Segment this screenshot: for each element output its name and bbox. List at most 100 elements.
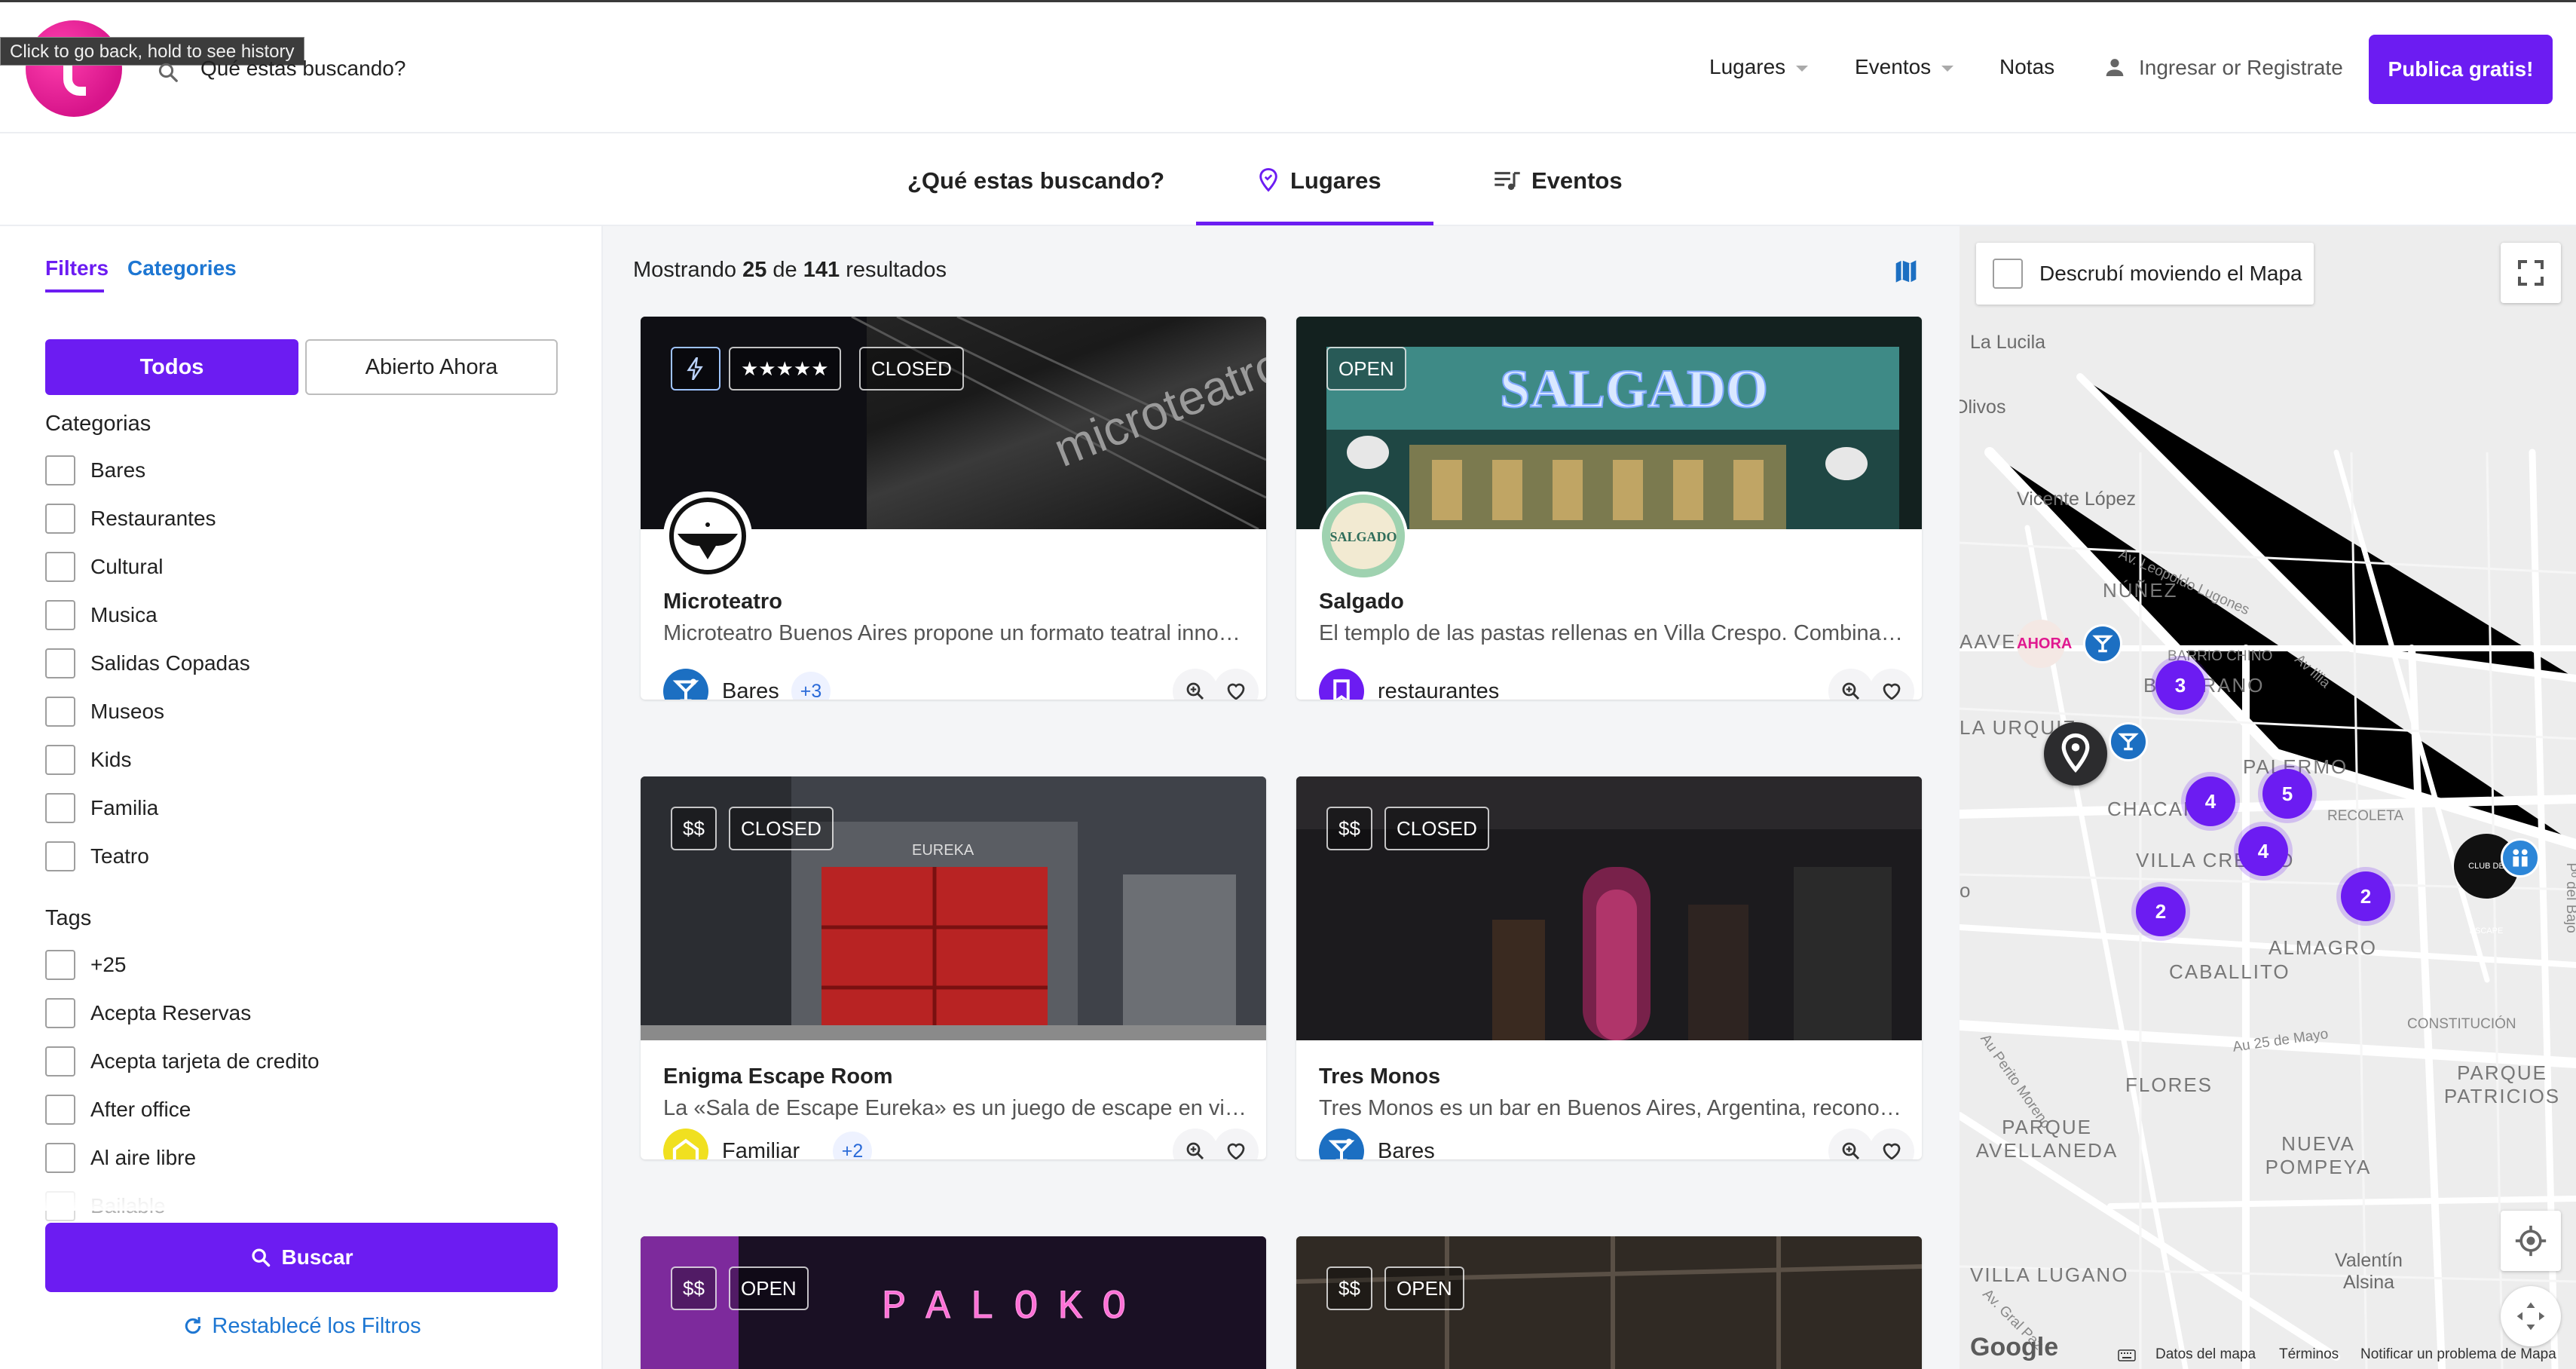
login-link[interactable]: Ingresar or Registrate <box>2103 55 2343 80</box>
checkbox-label: Teatro <box>90 844 149 868</box>
heart-icon[interactable] <box>1213 1129 1259 1159</box>
checkbox[interactable] <box>45 648 75 678</box>
venue-logo <box>663 492 752 580</box>
checkbox[interactable] <box>1993 259 2023 289</box>
location-pin-icon <box>1259 167 1277 192</box>
discover-moving-map-control[interactable]: Descrubí moviendo el Mapa <box>1976 243 2314 305</box>
map-cluster[interactable]: 2 <box>2341 871 2391 921</box>
zoom-in-icon[interactable] <box>1173 669 1218 700</box>
tag-checkbox[interactable]: Al aire libre <box>45 1143 196 1173</box>
category-checkbox[interactable]: Cultural <box>45 552 163 582</box>
nav-notas-link[interactable]: Notas <box>1999 55 2054 79</box>
map-cluster[interactable]: 4 <box>2238 826 2288 876</box>
reset-filters-link[interactable]: Restablecé los Filtros <box>0 1314 603 1339</box>
status-badge: OPEN <box>729 1266 809 1310</box>
category-checkbox[interactable]: Kids <box>45 745 131 775</box>
map-label: NUEVA POMPEYA <box>2265 1132 2372 1178</box>
checkbox[interactable] <box>45 998 75 1028</box>
active-tab-indicator <box>1196 222 1433 225</box>
checkbox[interactable] <box>45 1095 75 1125</box>
category-checkbox[interactable]: Restaurantes <box>45 504 216 534</box>
checkbox[interactable] <box>45 793 75 823</box>
checkbox[interactable] <box>45 1143 75 1173</box>
tab-lugares[interactable]: Lugares <box>1257 167 1381 194</box>
results-total: 141 <box>803 258 840 282</box>
map-report-link[interactable]: Notificar un problema de Mapa <box>2360 1346 2556 1363</box>
map-cluster[interactable]: 4 <box>2186 776 2235 826</box>
checkbox[interactable] <box>45 455 75 485</box>
heart-icon[interactable] <box>1869 669 1914 700</box>
venue-logo-pin[interactable]: AHORA <box>2017 620 2072 668</box>
cocktail-icon[interactable] <box>2083 624 2122 663</box>
checkbox[interactable] <box>45 552 75 582</box>
selected-location-pin-icon[interactable] <box>2044 722 2107 786</box>
tag-checkbox[interactable]: Acepta Reservas <box>45 998 251 1028</box>
category-checkbox[interactable]: Teatro <box>45 841 149 871</box>
category-checkbox[interactable]: Salidas Copadas <box>45 648 250 678</box>
nav-eventos-dropdown[interactable]: Eventos <box>1855 55 1954 79</box>
tab-eventos[interactable]: Eventos <box>1494 167 1623 194</box>
keyboard-icon[interactable] <box>2118 1349 2136 1366</box>
map-data-link[interactable]: Datos del mapa <box>2155 1346 2256 1363</box>
category-checkbox[interactable]: Bares <box>45 455 145 485</box>
tab-filters[interactable]: Filters <box>45 256 109 280</box>
family-icon[interactable] <box>2501 838 2540 877</box>
fullscreen-button[interactable] <box>2501 243 2561 303</box>
place-card-enigma-escape-room[interactable]: EUREKA $$ CLOSED Enigma Escape Room La «… <box>641 776 1266 1159</box>
checkbox-label: Acepta Reservas <box>90 1001 252 1024</box>
place-card-tres-monos[interactable]: $$ CLOSED Tres Monos Tres Monos es un ba… <box>1296 776 1922 1159</box>
card-description: Tres Monos es un bar en Buenos Aires, Ar… <box>1319 1096 1907 1120</box>
card-image: $$ CLOSED <box>1296 776 1922 1040</box>
more-categories-badge[interactable]: +3 <box>791 672 831 700</box>
pegman-button[interactable] <box>2501 1286 2561 1346</box>
place-card-salgado[interactable]: SALGADO OPEN SALGADO Salgado El templo d… <box>1296 317 1922 700</box>
checkbox[interactable] <box>45 950 75 980</box>
crosshair-icon <box>2515 1225 2547 1257</box>
chevron-down-icon <box>1941 65 1954 72</box>
zoom-in-icon[interactable] <box>1828 669 1874 700</box>
nav-lugares-dropdown[interactable]: Lugares <box>1709 55 1809 79</box>
place-card-paloko[interactable]: PALOKO $$ OPEN <box>641 1236 1266 1369</box>
checkbox[interactable] <box>45 600 75 630</box>
filter-all-button[interactable]: Todos <box>45 339 298 395</box>
map-cluster[interactable]: 3 <box>2155 660 2205 710</box>
checkbox[interactable] <box>45 1046 75 1077</box>
map-cluster[interactable]: 5 <box>2262 769 2312 819</box>
map-label: Valentín Alsina <box>2335 1250 2403 1293</box>
cocktail-icon[interactable] <box>2109 722 2148 761</box>
checkbox[interactable] <box>45 504 75 534</box>
tag-checkbox[interactable]: +25 <box>45 950 127 980</box>
zoom-in-icon[interactable] <box>1828 1129 1874 1159</box>
category-checkbox[interactable]: Musica <box>45 600 158 630</box>
map-terms-link[interactable]: Términos <box>2279 1346 2339 1363</box>
checkbox-label: Musica <box>90 603 158 626</box>
tab-categories[interactable]: Categories <box>127 256 237 280</box>
place-card[interactable]: $$ OPEN <box>1296 1236 1922 1369</box>
map-cluster[interactable]: 2 <box>2136 887 2186 936</box>
category-checkbox[interactable]: Museos <box>45 697 164 727</box>
zoom-in-icon[interactable] <box>1173 1129 1218 1159</box>
heart-icon[interactable] <box>1869 1129 1914 1159</box>
filter-open-now-button[interactable]: Abierto Ahora <box>305 339 558 395</box>
discover-moving-map-label: Descrubí moviendo el Mapa <box>2039 262 2302 285</box>
tag-checkbox[interactable]: Acepta tarjeta de credito <box>45 1046 320 1077</box>
login-label: Ingresar or Registrate <box>2139 56 2343 79</box>
category-checkbox[interactable]: Familia <box>45 793 158 823</box>
more-categories-badge[interactable]: +2 <box>833 1132 872 1159</box>
heart-icon[interactable] <box>1213 669 1259 700</box>
publish-free-button[interactable]: Publica gratis! <box>2369 35 2553 104</box>
map-label: PARQUE PATRICIOS <box>2443 1061 2561 1107</box>
card-category: Bares <box>1378 1139 1435 1159</box>
tag-checkbox[interactable]: After office <box>45 1095 191 1125</box>
search-input[interactable]: Qué estas buscando? <box>200 57 405 81</box>
checkbox[interactable] <box>45 841 75 871</box>
map-view-icon[interactable] <box>1894 258 1918 285</box>
my-location-button[interactable] <box>2501 1211 2561 1271</box>
checkbox[interactable] <box>45 697 75 727</box>
active-sidebar-tab-indicator <box>45 289 104 292</box>
results-map[interactable]: Descrubí moviendo el Mapa La Lucila Oliv… <box>1960 226 2576 1369</box>
search-button[interactable]: Buscar <box>45 1223 558 1292</box>
site-logo[interactable] <box>26 20 122 117</box>
checkbox[interactable] <box>45 745 75 775</box>
place-card-microteatro[interactable]: microteatro ★★★★★ CLOSED Microteatro Mic… <box>641 317 1266 700</box>
